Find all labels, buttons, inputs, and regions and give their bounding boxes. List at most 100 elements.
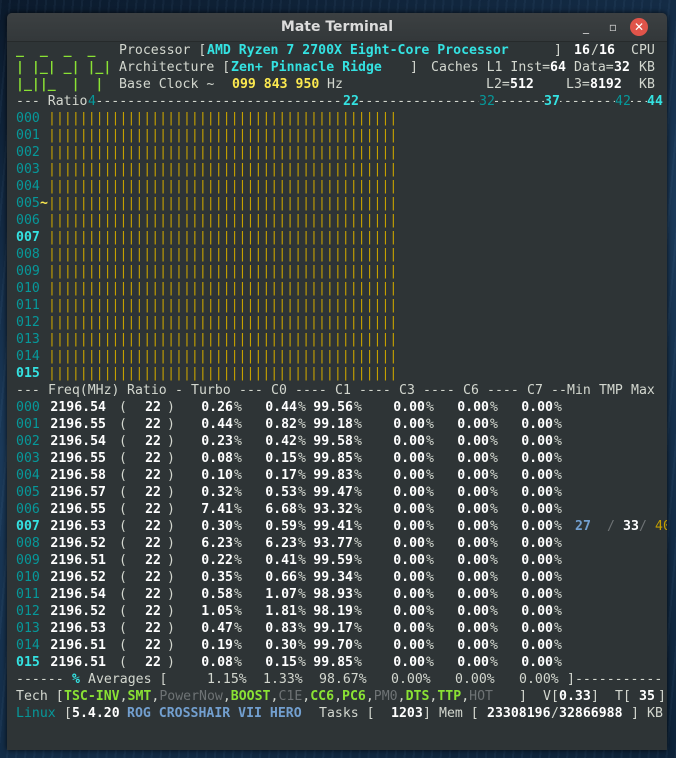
c7-value: 0.00 [521, 587, 553, 602]
col-ratio: Ratio [127, 383, 167, 398]
core-id: 010 [16, 570, 40, 585]
terminal-window[interactable]: Mate Terminal _ ▫ ✕ _ _ _ _ Processor [ … [7, 13, 667, 750]
temp-max: 40 [655, 519, 667, 534]
c6-value: 0.00 [457, 621, 489, 636]
c1-value: 99.34 [313, 570, 353, 585]
averages-row: ------ % Averages [ 1.15% 1.33% 98.67% 0… [16, 672, 663, 687]
c3-value: 0.00 [393, 553, 425, 568]
header-row-3: |_||_ | | Base Clock ~ 099 843 950 Hz L2… [16, 76, 655, 93]
voltage-value: 0.33 [559, 689, 591, 704]
base-clock-value: 099 843 950 [232, 77, 320, 92]
c0-value: 0.15 [265, 451, 297, 466]
ratio-value: 22 [145, 536, 161, 551]
core-id: 008 [16, 536, 40, 551]
c0-value: 6.23 [265, 536, 297, 551]
l1-inst: 64 [550, 60, 566, 75]
kb-unit-2: KB [639, 77, 655, 92]
c3-value: 0.00 [393, 502, 425, 517]
ratio-tick-22: 22 [343, 93, 359, 110]
tasks-value: 1203 [391, 706, 423, 721]
c7-value: 0.00 [521, 570, 553, 585]
caches-label: Caches L1 Inst= [431, 60, 551, 75]
c3-value: 0.00 [393, 621, 425, 636]
c7-value: 0.00 [521, 553, 553, 568]
turbo-value: 0.10 [201, 468, 233, 483]
ratio-core-id: 008 [16, 247, 40, 262]
ratio-core-id: 015 [16, 366, 40, 381]
core-id: 014 [16, 638, 40, 653]
processor-close: ] [554, 43, 562, 58]
ratio-core-id: 006 [16, 213, 40, 228]
ratio-value: 22 [145, 519, 161, 534]
c0-value: 0.17 [265, 468, 297, 483]
ratio-value: 22 [145, 417, 161, 432]
tasks-label: Tasks [ [319, 706, 375, 721]
col-freq: Freq(MHz) [48, 383, 120, 398]
ratio-bar: ||||||||||||||||||||||||||||||||||||||||… [48, 332, 398, 347]
ratio-core-id: 005 [16, 196, 40, 211]
c0-value: 0.59 [265, 519, 297, 534]
c6-value: 0.00 [457, 570, 489, 585]
avg-c7: 0.00% [519, 672, 559, 687]
ratio-bar: ||||||||||||||||||||||||||||||||||||||||… [48, 213, 398, 228]
c1-value: 99.47 [313, 485, 353, 500]
freq-value: 2196.57 [50, 485, 106, 500]
close-button[interactable]: ✕ [630, 18, 648, 36]
temp-current: 33 [623, 519, 639, 534]
c7-value: 0.00 [521, 655, 553, 670]
processor-name: AMD Ryzen 7 2700X Eight-Core Processor [207, 43, 509, 58]
avg-c1: 98.67% [319, 672, 367, 687]
ratio-bar: ||||||||||||||||||||||||||||||||||||||||… [48, 230, 398, 245]
ratio-bar: ||||||||||||||||||||||||||||||||||||||||… [48, 315, 398, 330]
terminal-screen[interactable]: _ _ _ _ Processor [ AMD Ryzen 7 2700X Ei… [7, 42, 667, 742]
freq-value: 2196.55 [50, 451, 106, 466]
window-title: Mate Terminal [280, 19, 394, 35]
architecture-close: ] [410, 60, 418, 75]
tech-row: Tech [ TSC-INV,SMT,PowerNow,BOOST,C1E,CC… [16, 689, 666, 704]
temp-sep-1: / [607, 519, 615, 534]
freq-value: 2196.51 [50, 655, 106, 670]
c7-value: 0.00 [521, 468, 553, 483]
ratio-value: 22 [145, 553, 161, 568]
ratio-core-id: 001 [16, 128, 40, 143]
c1-value: 99.58 [313, 434, 353, 449]
freq-value: 2196.52 [50, 570, 106, 585]
c0-value: 0.66 [265, 570, 297, 585]
architecture-label: Architecture [ [119, 60, 231, 75]
freq-value: 2196.55 [50, 502, 106, 517]
core-id: 007 [16, 519, 40, 534]
title-bar[interactable]: Mate Terminal _ ▫ ✕ [7, 13, 667, 42]
c1-value: 99.85 [313, 451, 353, 466]
core-id: 009 [16, 553, 40, 568]
c3-value: 0.00 [393, 451, 425, 466]
col-c6: C6 [463, 383, 479, 398]
ratio-value: 22 [145, 638, 161, 653]
mem-total: 32866988 [559, 706, 623, 721]
ratio-bar: ||||||||||||||||||||||||||||||||||||||||… [48, 349, 398, 364]
ratio-bar: ||||||||||||||||||||||||||||||||||||||||… [48, 298, 398, 313]
turbo-value: 0.08 [201, 451, 233, 466]
ratio-ruler: ----------------------------------------… [16, 93, 663, 110]
turbo-value: 0.58 [201, 587, 233, 602]
c0-value: 0.15 [265, 655, 297, 670]
l1-data: 32 [614, 60, 630, 75]
temp-sep-2: / [639, 519, 647, 534]
turbo-value: 0.35 [201, 570, 233, 585]
tech-flag: SMT [127, 689, 152, 704]
l3-label: L3= [566, 77, 590, 92]
l2-label: L2= [486, 77, 510, 92]
voltage-label: V[ [543, 689, 559, 704]
c1-value: 99.85 [313, 655, 353, 670]
mem-label: Mem [ [439, 706, 479, 721]
header-row-1: _ _ _ _ Processor [ AMD Ryzen 7 2700X Ei… [16, 43, 655, 58]
ratio-ruler-label: --- Ratio [16, 93, 88, 110]
base-clock-label: Base Clock ~ [119, 77, 215, 92]
c1-value: 93.32 [313, 502, 353, 517]
ratio-bar: ||||||||||||||||||||||||||||||||||||||||… [48, 179, 398, 194]
minimize-button[interactable]: _ [577, 18, 595, 36]
ratio-core-id: 010 [16, 281, 40, 296]
ratio-core-id: 011 [16, 298, 40, 313]
restore-button[interactable]: ▫ [604, 18, 622, 36]
c3-value: 0.00 [393, 570, 425, 585]
turbo-value: 6.23 [201, 536, 233, 551]
